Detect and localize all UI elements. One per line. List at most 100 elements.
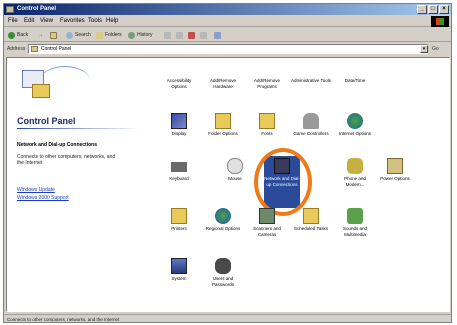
item-label: Mouse — [228, 176, 242, 181]
joystick-icon — [303, 113, 319, 129]
item-label: System — [171, 276, 187, 281]
regional-options-item[interactable]: Regional Options — [203, 208, 243, 242]
item-label: Regional Options — [205, 226, 241, 231]
mouse-item[interactable]: Mouse — [215, 158, 255, 192]
menu-favorites[interactable]: Favorites — [60, 18, 85, 24]
menu-tools[interactable]: Tools — [88, 18, 102, 24]
history-button[interactable]: History — [137, 32, 153, 38]
selected-item-title: Network and Dial-up Connections — [17, 142, 98, 148]
address-field[interactable]: Control Panel — [28, 44, 428, 54]
item-label: Phone and Modem... — [344, 176, 366, 187]
administrative-tools-item[interactable]: Administrative Tools — [291, 78, 331, 112]
back-button[interactable]: Back — [17, 32, 28, 38]
up-folder-icon[interactable] — [50, 32, 57, 39]
menu-file[interactable]: File — [8, 18, 18, 24]
item-label: Accessibility Options — [166, 78, 192, 89]
users-passwords-item[interactable]: Users and Passwords — [203, 258, 243, 292]
windows-support-link[interactable]: Windows 2000 Support — [17, 195, 69, 201]
control-panel-window: Control Panel _ □ × File Edit View Favor… — [3, 3, 452, 323]
sounds-multimedia-item[interactable]: Sounds and Multimedia — [335, 208, 375, 242]
keyboard-item[interactable]: Keyboard — [159, 158, 199, 192]
selected-item-description: Connects to other computers, networks, a… — [17, 154, 116, 166]
window-title: Control Panel — [17, 6, 57, 12]
item-label: Printers — [171, 226, 187, 231]
date-time-item[interactable]: Date/Time — [335, 78, 375, 112]
system-item[interactable]: System — [159, 258, 199, 292]
go-button[interactable]: Go — [432, 46, 439, 52]
scanners-cameras-item[interactable]: Scanners and Cameras — [247, 208, 287, 242]
item-label: Users and Passwords — [211, 276, 234, 287]
maximize-button[interactable]: □ — [428, 5, 438, 14]
power-options-item[interactable]: Power Options — [375, 158, 415, 192]
fonts-item[interactable]: Fonts — [247, 113, 287, 147]
pane-title: Control Panel — [17, 116, 76, 126]
phone-icon — [347, 158, 363, 174]
folders-button[interactable]: Folders — [105, 32, 122, 38]
close-button[interactable]: × — [439, 5, 449, 14]
history-icon[interactable] — [128, 32, 135, 39]
keyboard-icon — [171, 162, 187, 172]
item-label: Power Options — [380, 176, 410, 181]
mouse-icon — [227, 158, 243, 174]
folders-icon[interactable] — [96, 32, 103, 39]
pane-divider — [17, 128, 143, 129]
speaker-icon — [347, 208, 363, 224]
content-area: Control Panel Network and Dial-up Connec… — [6, 57, 450, 312]
scheduled-tasks-item[interactable]: Scheduled Tasks — [291, 208, 331, 242]
computer-icon — [171, 258, 187, 274]
control-panel-icon — [6, 6, 14, 13]
forward-button[interactable]: → — [38, 32, 43, 38]
minimize-button[interactable]: _ — [417, 5, 427, 14]
copy-to-icon[interactable] — [176, 32, 183, 39]
item-label: Sounds and Multimedia — [342, 226, 368, 237]
move-to-icon[interactable] — [164, 32, 171, 39]
search-button[interactable]: Search — [75, 32, 91, 38]
accessibility-options-item[interactable]: Accessibility Options — [159, 78, 199, 112]
undo-icon[interactable] — [200, 32, 207, 39]
item-label: Game Controllers — [293, 131, 329, 136]
globe-icon — [347, 113, 363, 129]
add-remove-hardware-item[interactable]: Add/Remove Hardware — [203, 78, 243, 112]
web-view-pane: Control Panel Network and Dial-up Connec… — [7, 58, 149, 311]
tasks-folder-icon — [303, 208, 319, 224]
folder-options-item[interactable]: Folder Options — [203, 113, 243, 147]
add-remove-programs-item[interactable]: Add/Remove Programs — [247, 78, 287, 112]
address-dropdown-button[interactable]: ▾ — [420, 45, 428, 53]
address-bar: Address Control Panel ▾ Go — [4, 43, 451, 55]
item-label: Folder Options — [208, 131, 238, 136]
views-icon[interactable] — [214, 32, 221, 39]
status-bar: Connects to other computers, networks, a… — [4, 314, 451, 323]
fonts-folder-icon — [259, 113, 275, 129]
display-item[interactable]: Display — [159, 113, 199, 147]
internet-options-item[interactable]: Internet Options — [335, 113, 375, 147]
scanner-icon — [259, 208, 275, 224]
printers-item[interactable]: Printers — [159, 208, 199, 242]
folder-icon — [31, 46, 38, 52]
delete-icon[interactable] — [188, 32, 195, 39]
menu-view[interactable]: View — [40, 18, 53, 24]
item-label: Scheduled Tasks — [294, 226, 328, 231]
item-label: Keyboard — [169, 176, 189, 181]
address-value: Control Panel — [41, 46, 72, 52]
display-icon — [171, 113, 187, 129]
search-icon[interactable] — [66, 32, 73, 39]
game-controllers-item[interactable]: Game Controllers — [291, 113, 331, 147]
item-label: Fonts — [261, 131, 273, 136]
item-label: Internet Options — [338, 131, 372, 136]
menu-edit[interactable]: Edit — [24, 18, 34, 24]
menu-help[interactable]: Help — [106, 18, 118, 24]
item-label: Add/Remove Programs — [253, 78, 280, 89]
back-arrow-icon[interactable] — [8, 32, 15, 39]
folder-options-icon — [215, 113, 231, 129]
item-label: Add/Remove Hardware — [209, 78, 236, 89]
windows-update-link[interactable]: Windows Update — [17, 187, 55, 193]
windows-logo-icon — [431, 16, 449, 27]
item-label: Scanners and Cameras — [253, 226, 281, 237]
phone-and-modem-item[interactable]: Phone and Modem... — [335, 158, 375, 192]
users-icon — [215, 258, 231, 274]
control-panel-banner-icon — [12, 66, 90, 116]
printers-folder-icon — [171, 208, 187, 224]
power-icon — [387, 158, 403, 174]
title-bar[interactable]: Control Panel _ □ × — [4, 4, 451, 15]
window-controls: _ □ × — [417, 5, 449, 14]
